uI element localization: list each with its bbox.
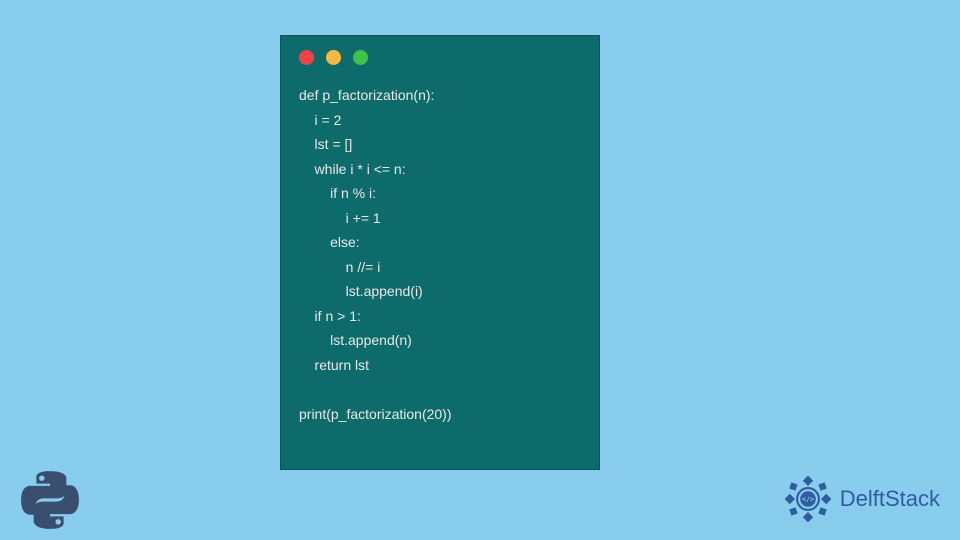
svg-text:</>: </>	[802, 496, 814, 504]
minimize-icon[interactable]	[326, 50, 341, 65]
maximize-icon[interactable]	[353, 50, 368, 65]
delftstack-branding: </> DelftStack	[782, 473, 940, 525]
code-window: def p_factorization(n): i = 2 lst = [] w…	[280, 35, 600, 470]
window-controls	[281, 36, 599, 75]
code-block: def p_factorization(n): i = 2 lst = [] w…	[281, 75, 599, 434]
python-logo-icon	[20, 470, 80, 530]
delftstack-label: DelftStack	[840, 486, 940, 512]
close-icon[interactable]	[299, 50, 314, 65]
delftstack-logo-icon: </>	[782, 473, 834, 525]
